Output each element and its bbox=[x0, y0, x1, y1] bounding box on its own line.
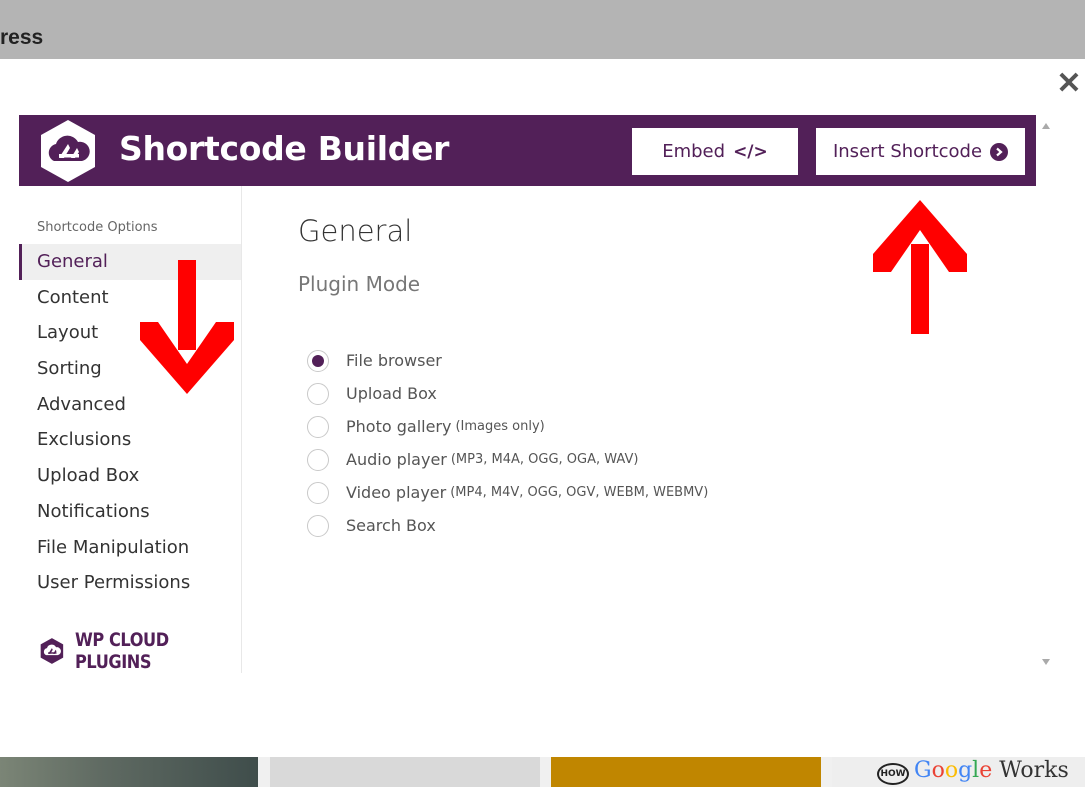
shortcode-builder-modal: Shortcode Builder Embed </> Insert Short… bbox=[19, 115, 1036, 673]
embed-label: Embed bbox=[662, 141, 726, 162]
arrow-circle-right-icon bbox=[990, 142, 1009, 161]
option-label: File browser bbox=[346, 351, 442, 370]
sidebar-item-user-permissions[interactable]: User Permissions bbox=[19, 565, 241, 601]
section-title: General bbox=[298, 214, 413, 248]
wp-cloud-plugins-logo-icon bbox=[40, 638, 64, 664]
radio-button[interactable] bbox=[307, 514, 329, 537]
option-label: Photo gallery bbox=[346, 417, 452, 436]
sidebar-item-exclusions[interactable]: Exclusions bbox=[19, 422, 241, 458]
insert-shortcode-label: Insert Shortcode bbox=[832, 141, 983, 162]
thumbnail-landscape[interactable] bbox=[0, 757, 258, 787]
radio-button[interactable] bbox=[307, 382, 329, 405]
option-label: Search Box bbox=[346, 516, 436, 535]
google-works-text: Google Works bbox=[914, 758, 1069, 783]
google-letter: g bbox=[958, 758, 973, 783]
modal-title: Shortcode Builder bbox=[119, 129, 450, 168]
embed-button[interactable]: Embed </> bbox=[632, 128, 798, 175]
background-page-title: ress bbox=[0, 26, 44, 49]
thumbnail-yellow[interactable] bbox=[551, 757, 821, 787]
thumbnail-google-works[interactable]: HOW Google Works bbox=[832, 757, 1085, 787]
red-up-arrow-annotation bbox=[873, 200, 967, 334]
option-label: Audio player bbox=[346, 450, 447, 469]
sidebar-item-upload-box[interactable]: Upload Box bbox=[19, 458, 241, 494]
background-topbar: ress bbox=[0, 0, 1085, 59]
red-down-arrow-annotation bbox=[140, 260, 234, 394]
google-letter: o bbox=[931, 758, 945, 783]
thumbnail-grey[interactable] bbox=[270, 757, 540, 787]
radio-button[interactable] bbox=[307, 481, 329, 504]
sidebar-item-file-manipulation[interactable]: File Manipulation bbox=[19, 530, 241, 566]
scroll-down-icon[interactable] bbox=[1041, 658, 1051, 666]
google-letter: G bbox=[914, 758, 932, 783]
plugin-mode-options: File browser Upload Box Photo gallery (Imag… bbox=[307, 344, 708, 542]
background-thumbnail-strip: HOW Google Works bbox=[0, 757, 1085, 787]
sidebar-item-notifications[interactable]: Notifications bbox=[19, 494, 241, 530]
plugin-mode-option[interactable]: File browser bbox=[307, 344, 708, 377]
close-modal-button[interactable]: ✕ bbox=[1056, 69, 1082, 99]
insert-shortcode-button[interactable]: Insert Shortcode bbox=[816, 128, 1025, 175]
brand-footer: WP CLOUD PLUGINS bbox=[39, 629, 241, 673]
option-label: Upload Box bbox=[346, 384, 437, 403]
cloud-logo-icon bbox=[37, 118, 99, 184]
scroll-up-icon[interactable] bbox=[1041, 122, 1051, 130]
google-letter: o bbox=[944, 758, 959, 783]
plugin-mode-option[interactable]: Upload Box bbox=[307, 377, 708, 410]
plugin-mode-option[interactable]: Video player (MP4, M4V, OGG, OGV, WEBM, W… bbox=[307, 476, 708, 509]
radio-button[interactable] bbox=[307, 448, 329, 471]
google-letter: e bbox=[979, 758, 993, 783]
option-note: (MP3, M4A, OGG, OGA, WAV) bbox=[450, 452, 639, 467]
sidebar-heading: Shortcode Options bbox=[37, 220, 158, 235]
option-note: (Images only) bbox=[455, 419, 545, 434]
option-label: Video player bbox=[346, 483, 447, 502]
brand-name: WP CLOUD PLUGINS bbox=[74, 629, 169, 673]
plugin-mode-title: Plugin Mode bbox=[298, 272, 421, 296]
option-note: (MP4, M4V, OGG, OGV, WEBM, WEBMV) bbox=[450, 485, 709, 500]
code-icon: </> bbox=[733, 141, 768, 162]
radio-button[interactable] bbox=[307, 349, 329, 372]
radio-button[interactable] bbox=[307, 415, 329, 438]
plugin-mode-option[interactable]: Photo gallery (Images only) bbox=[307, 410, 708, 443]
plugin-mode-option[interactable]: Audio player (MP3, M4A, OGG, OGA, WAV) bbox=[307, 443, 708, 476]
how-badge: HOW bbox=[877, 763, 909, 785]
radio-selected-dot bbox=[312, 354, 324, 367]
plugin-mode-option[interactable]: Search Box bbox=[307, 509, 708, 542]
modal-header: Shortcode Builder Embed </> Insert Short… bbox=[19, 115, 1036, 186]
